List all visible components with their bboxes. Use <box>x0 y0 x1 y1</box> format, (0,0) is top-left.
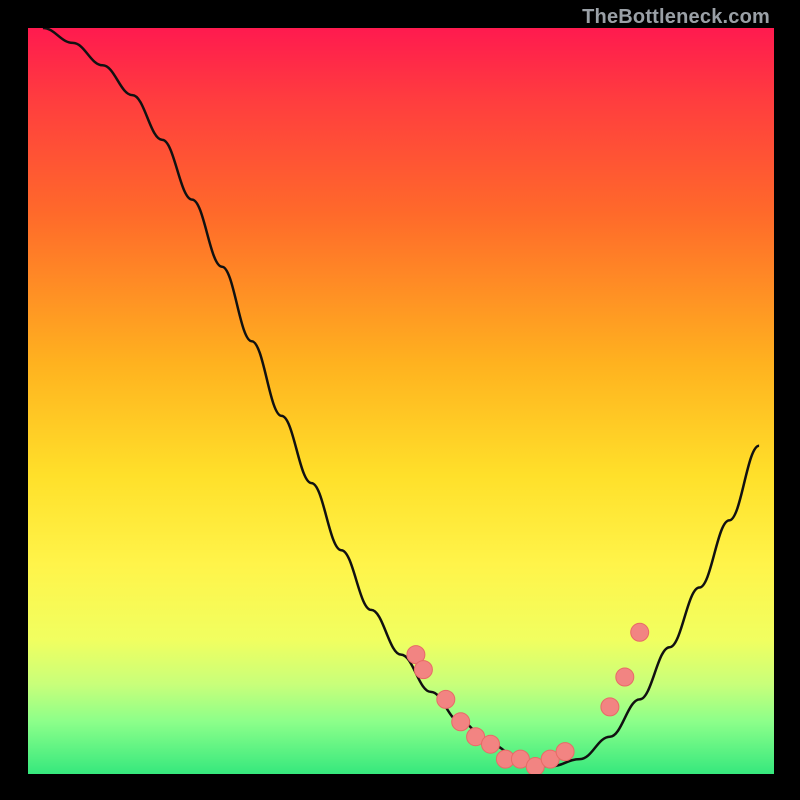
chart-dot <box>482 735 500 753</box>
chart-dot <box>631 623 649 641</box>
chart-frame: TheBottleneck.com <box>0 0 800 800</box>
chart-dot <box>601 698 619 716</box>
chart-dot <box>556 743 574 761</box>
chart-dot <box>452 713 470 731</box>
chart-dot <box>414 661 432 679</box>
chart-svg <box>28 28 774 774</box>
chart-dots-group <box>407 623 649 774</box>
chart-dot <box>437 690 455 708</box>
chart-plot-area <box>28 28 774 774</box>
chart-curve <box>43 28 759 767</box>
attribution-label: TheBottleneck.com <box>582 6 770 29</box>
chart-dot <box>616 668 634 686</box>
